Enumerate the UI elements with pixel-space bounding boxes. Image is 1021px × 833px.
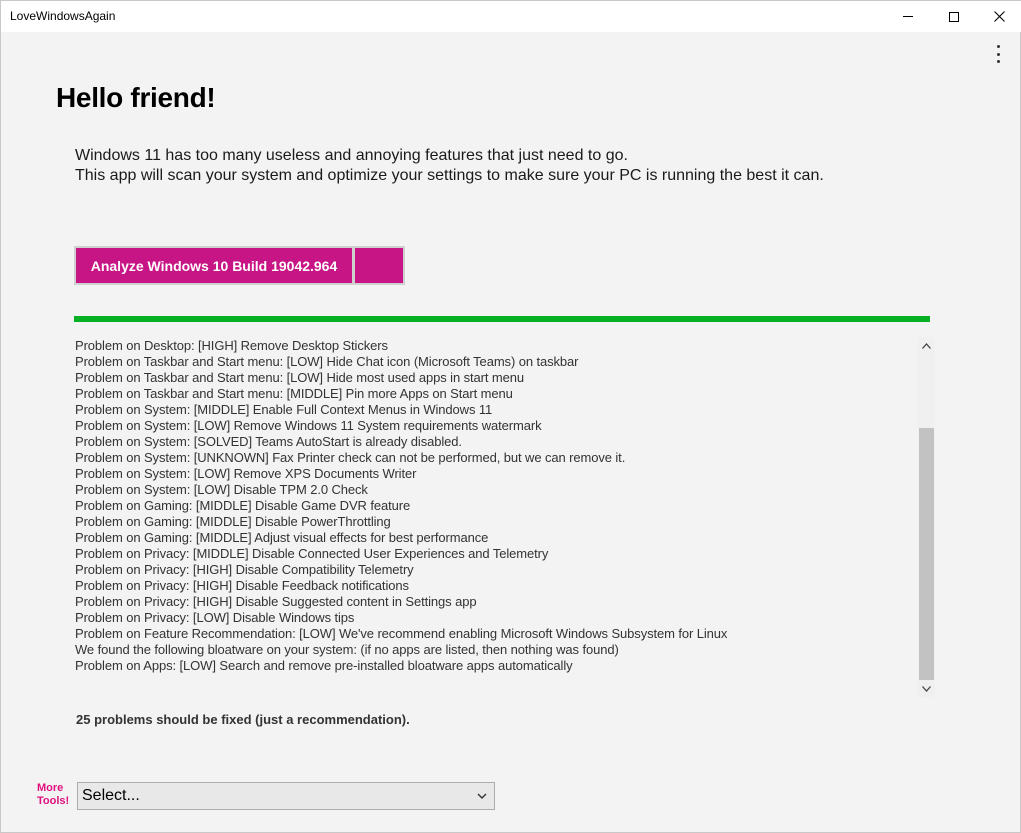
scroll-down-button[interactable] — [918, 680, 935, 697]
progress-bar — [74, 316, 930, 322]
analyze-options-button[interactable] — [353, 246, 405, 285]
intro-line-2: This app will scan your system and optim… — [75, 167, 824, 184]
chevron-up-icon — [922, 342, 931, 349]
log-line: We found the following bloatware on your… — [75, 642, 619, 657]
log-line: Problem on Desktop: [HIGH] Remove Deskto… — [75, 338, 388, 353]
log-line: Problem on System: [MIDDLE] Enable Full … — [75, 402, 493, 417]
log-line: Problem on Gaming: [MIDDLE] Adjust visua… — [75, 530, 489, 545]
chevron-down-icon — [477, 793, 487, 799]
tools-select[interactable]: Select... — [77, 782, 495, 810]
results-log[interactable]: Problem on Desktop: [HIGH] Remove Deskto… — [75, 337, 915, 697]
scroll-up-button[interactable] — [918, 337, 935, 354]
log-line: Problem on System: [SOLVED] Teams AutoSt… — [75, 434, 462, 449]
log-line: Problem on System: [LOW] Disable TPM 2.0… — [75, 482, 368, 497]
more-tools-label-line-2: Tools! — [37, 795, 70, 807]
log-line: Problem on Privacy: [HIGH] Disable Sugge… — [75, 594, 477, 609]
scrollbar-thumb[interactable] — [919, 428, 934, 680]
minimize-icon — [903, 16, 913, 17]
log-line: Problem on Apps: [LOW] Search and remove… — [75, 658, 573, 673]
log-line: Problem on Taskbar and Start menu: [MIDD… — [75, 386, 513, 401]
title-bar[interactable]: LoveWindowsAgain — [1, 1, 1021, 32]
chevron-down-icon — [922, 685, 931, 692]
log-line: Problem on Taskbar and Start menu: [LOW]… — [75, 354, 579, 369]
log-line: Problem on Feature Recommendation: [LOW]… — [75, 626, 728, 641]
progress-bar-fill — [74, 316, 930, 322]
log-line: Problem on System: [UNKNOWN] Fax Printer… — [75, 450, 626, 465]
log-line: Problem on Privacy: [LOW] Disable Window… — [75, 610, 355, 625]
log-line: Problem on Gaming: [MIDDLE] Disable Game… — [75, 498, 411, 513]
app-window: LoveWindowsAgain Hello friend! Windows 1… — [0, 0, 1021, 833]
window-title: LoveWindowsAgain — [10, 9, 116, 23]
analyze-button[interactable]: Analyze Windows 10 Build 19042.964 — [74, 246, 354, 285]
log-line: Problem on Privacy: [HIGH] Disable Compa… — [75, 562, 414, 577]
log-scrollbar[interactable] — [918, 337, 935, 697]
more-tools-label-line-1: More — [37, 782, 64, 794]
more-vertical-icon-dot — [996, 60, 1000, 63]
more-options-button[interactable] — [987, 44, 1009, 64]
log-line: Problem on Privacy: [MIDDLE] Disable Con… — [75, 546, 549, 561]
maximize-button[interactable] — [931, 1, 977, 32]
tools-select-value: Select... — [82, 787, 140, 804]
minimize-button[interactable] — [885, 1, 931, 32]
log-line: Problem on System: [LOW] Remove Windows … — [75, 418, 542, 433]
log-line: Problem on Gaming: [MIDDLE] Disable Powe… — [75, 514, 391, 529]
close-icon — [993, 11, 1005, 22]
more-vertical-icon-dot — [996, 52, 1000, 56]
more-tools-label: More Tools! — [37, 782, 69, 808]
log-line: Problem on Privacy: [HIGH] Disable Feedb… — [75, 578, 409, 593]
page-title: Hello friend! — [56, 82, 216, 113]
more-vertical-icon — [996, 45, 1000, 48]
log-line: Problem on System: [LOW] Remove XPS Docu… — [75, 466, 417, 481]
intro-text: Windows 11 has too many useless and anno… — [75, 146, 824, 186]
maximize-icon — [949, 11, 959, 22]
summary-text: 25 problems should be fixed (just a reco… — [76, 712, 410, 727]
close-button[interactable] — [976, 1, 1021, 32]
intro-line-1: Windows 11 has too many useless and anno… — [75, 147, 628, 164]
log-line: Problem on Taskbar and Start menu: [LOW]… — [75, 370, 525, 385]
